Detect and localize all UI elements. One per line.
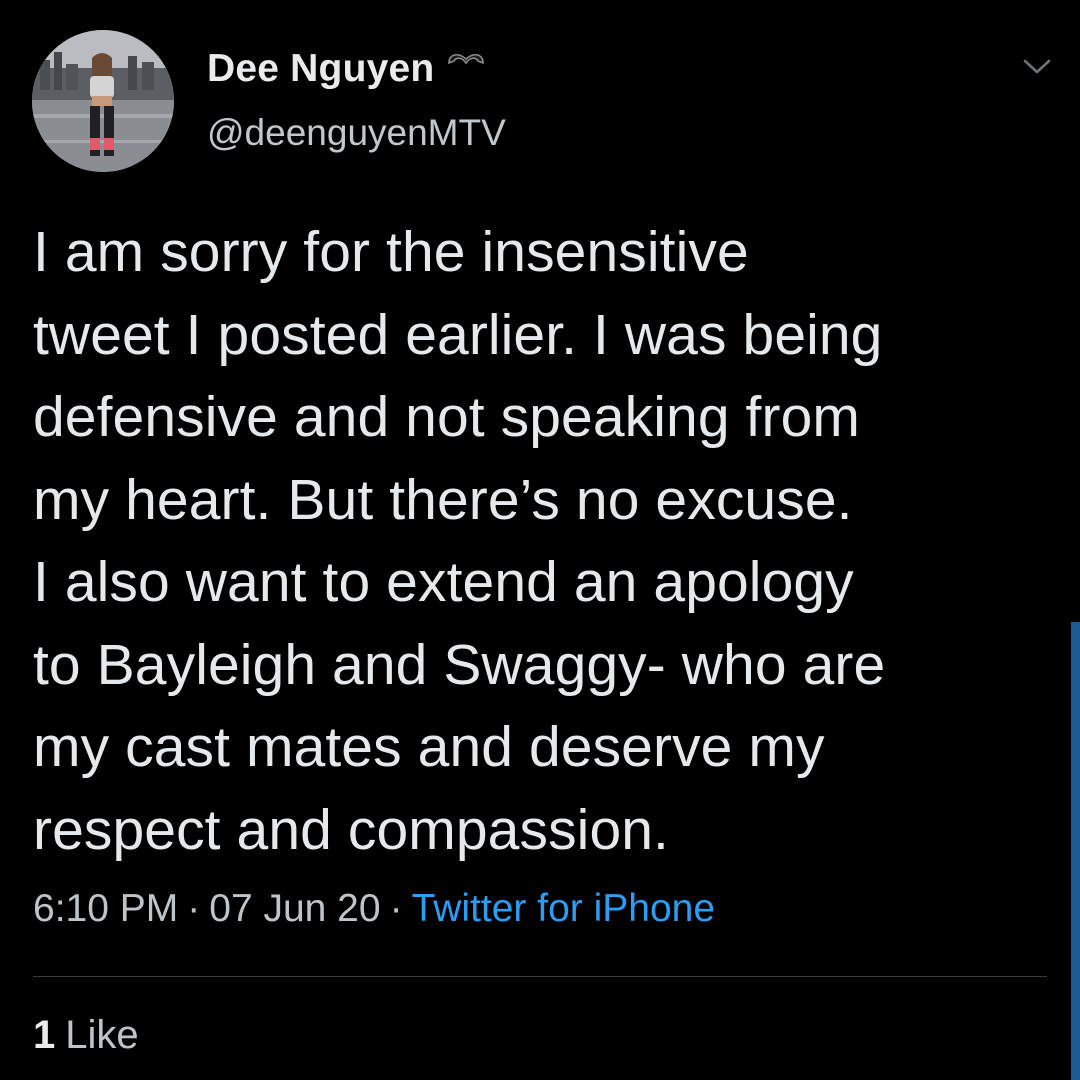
meta-separator: · (389, 887, 403, 930)
likes-label: Like (65, 1013, 139, 1057)
user-handle[interactable]: @deenguyenMTV (207, 112, 506, 154)
tweet-text: I am sorry for the insensitive tweet I p… (33, 220, 886, 862)
likes-count: 1 (33, 1013, 56, 1057)
likes-stat[interactable]: 1 Like (33, 1013, 139, 1058)
divider (33, 976, 1047, 977)
chevron-down-icon (1023, 59, 1051, 74)
display-name[interactable]: Dee Nguyen (207, 47, 434, 91)
meta-separator: · (187, 887, 201, 930)
tweet-date: 07 Jun 20 (209, 887, 381, 930)
user-header[interactable]: Dee Nguyen (207, 44, 486, 94)
black-heart-icon (446, 49, 486, 76)
tweet-source-link[interactable]: Twitter for iPhone (412, 887, 715, 930)
avatar[interactable] (32, 30, 174, 172)
scrollbar[interactable] (1071, 622, 1080, 1080)
profile-photo (32, 30, 174, 172)
more-options-button[interactable] (1014, 52, 1060, 82)
tweet-time: 6:10 PM (33, 887, 179, 930)
tweet-meta: 6:10 PM · 07 Jun 20 · Twitter for iPhone (33, 887, 715, 931)
